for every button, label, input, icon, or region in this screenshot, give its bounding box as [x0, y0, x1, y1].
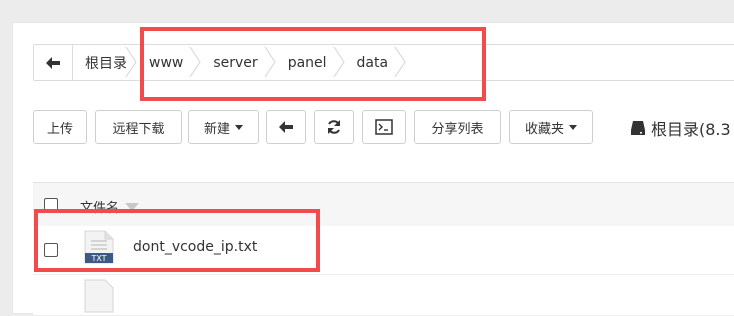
breadcrumb-label: 根目录: [85, 55, 127, 72]
row-checkbox[interactable]: [44, 243, 58, 257]
breadcrumb: 根目录 www server panel data: [33, 44, 734, 81]
arrow-left-icon: [279, 121, 293, 133]
file-name[interactable]: dont_vcode_ip.txt: [133, 239, 257, 255]
upload-label: 上传: [46, 121, 73, 137]
disk-selector[interactable]: 根目录(8.3: [630, 116, 731, 140]
breadcrumb-item-root[interactable]: 根目录: [73, 45, 137, 80]
file-manager-panel: 根目录 www server panel data 上传 远程下载 新建 分享列…: [12, 22, 734, 316]
share-list-label: 分享列表: [431, 121, 484, 137]
sort-caret-icon: [125, 202, 140, 211]
refresh-icon: [328, 120, 340, 134]
breadcrumb-back-button[interactable]: [34, 45, 73, 80]
file-icon: [84, 279, 114, 313]
upload-button[interactable]: 上传: [33, 110, 87, 144]
caret-down-icon: [569, 124, 577, 130]
arrow-left-icon: [46, 56, 60, 69]
hard-drive-icon: [631, 121, 645, 135]
breadcrumb-item-server[interactable]: server: [201, 45, 276, 80]
remote-download-button[interactable]: 远程下载: [95, 110, 182, 144]
breadcrumb-item-panel[interactable]: panel: [276, 45, 345, 80]
disk-label: 根目录(8.3: [651, 120, 731, 139]
refresh-button[interactable]: [314, 110, 354, 144]
file-row[interactable]: [33, 275, 734, 316]
column-header-label: 文件名: [80, 201, 120, 216]
file-type-label: TXT: [90, 254, 106, 263]
breadcrumb-item-data[interactable]: data: [345, 45, 407, 80]
favorites-label: 收藏夹: [524, 121, 564, 137]
file-row[interactable]: TXT dont_vcode_ip.txt: [33, 226, 734, 275]
remote-download-label: 远程下载: [112, 121, 165, 137]
chevron-separator-icon: [189, 47, 201, 77]
file-list-header: 文件名: [33, 182, 734, 228]
terminal-button[interactable]: [362, 110, 406, 144]
select-all-checkbox[interactable]: [44, 198, 58, 212]
chevron-separator-icon: [264, 47, 276, 77]
breadcrumb-item-www[interactable]: www: [137, 45, 201, 80]
txt-file-icon: TXT: [84, 230, 114, 264]
chevron-separator-icon: [333, 47, 345, 77]
breadcrumb-label: panel: [287, 54, 327, 71]
terminal-icon: [375, 119, 393, 135]
chevron-separator-icon: [125, 47, 137, 77]
favorites-dropdown-button[interactable]: 收藏夹: [509, 110, 593, 144]
new-label: 新建: [203, 121, 230, 137]
breadcrumb-label: data: [356, 54, 389, 71]
chevron-separator-icon: [394, 47, 406, 77]
breadcrumb-label: www: [149, 54, 184, 71]
toolbar: 上传 远程下载 新建 分享列表 收藏夹 根目录(8.3: [33, 110, 734, 146]
share-list-button[interactable]: 分享列表: [414, 110, 501, 144]
breadcrumb-label: server: [213, 54, 258, 71]
back-button[interactable]: [266, 110, 306, 144]
new-dropdown-button[interactable]: 新建: [188, 110, 259, 144]
caret-down-icon: [235, 124, 243, 130]
column-header-filename[interactable]: 文件名: [80, 197, 140, 216]
